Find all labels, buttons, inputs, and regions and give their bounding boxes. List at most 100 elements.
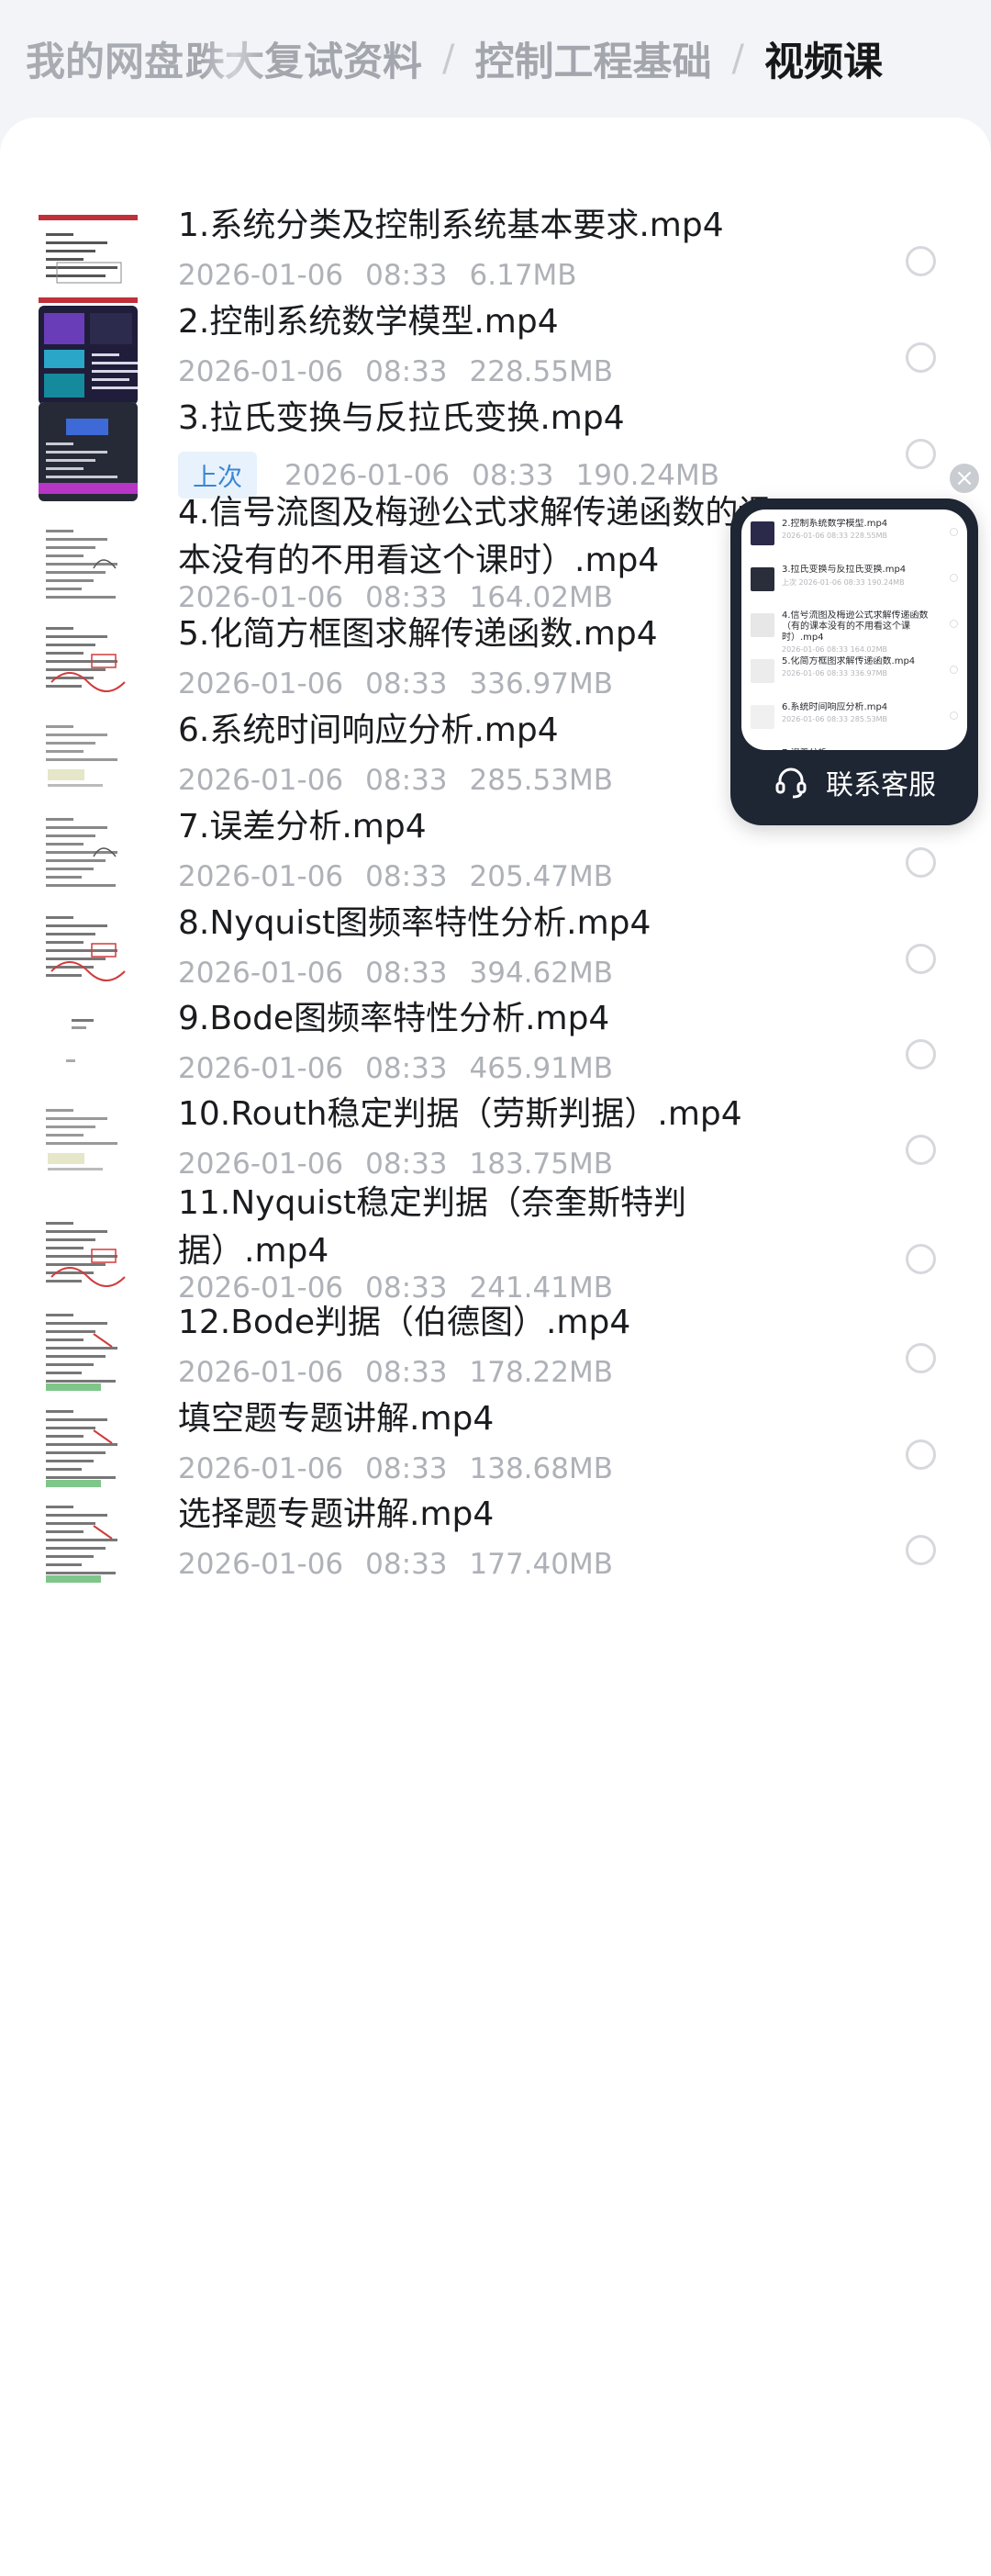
file-time: 08:33 [365, 1548, 448, 1581]
file-size: 465.91MB [469, 1052, 613, 1085]
contact-service-button[interactable]: 联系客服 [741, 750, 967, 814]
mini-text: 2.控制系统数学模型.mp4 2026-01-06 08:33 228.55MB [782, 519, 946, 540]
radio-circle-icon[interactable] [950, 711, 958, 720]
file-meta: 2026-01-06 08:33 138.68MB [178, 1452, 635, 1485]
file-meta: 2026-01-06 08:33 178.22MB [178, 1356, 635, 1389]
file-meta: 2026-01-06 08:33 465.91MB [178, 1052, 635, 1085]
file-time: 08:33 [365, 1148, 448, 1181]
breadcrumb-separator: / [442, 38, 455, 80]
breadcrumb-folder-control-engineering[interactable]: 控制工程基础 [474, 30, 711, 87]
file-meta: 2026-01-06 08:33 183.75MB [178, 1148, 635, 1181]
file-meta: 2026-01-06 08:33 285.53MB [178, 764, 635, 797]
mini-thumbnail [751, 705, 774, 729]
file-time: 08:33 [365, 764, 448, 797]
radio-circle-icon[interactable] [906, 246, 936, 276]
file-size: 336.97MB [469, 667, 613, 700]
file-row[interactable]: 选择题专题讲解.mp4 2026-01-06 08:33 177.40MB [0, 1495, 991, 1608]
radio-circle-icon[interactable] [906, 1244, 936, 1274]
file-size: 205.47MB [469, 860, 613, 893]
file-date: 2026-01-06 [178, 355, 344, 388]
file-time: 08:33 [472, 458, 554, 492]
mini-thumbnail [751, 521, 774, 545]
radio-circle-icon[interactable] [906, 342, 936, 373]
contact-service-label: 联系客服 [826, 769, 936, 801]
mini-list-item[interactable]: 5.化简方框图求解传递函数.mp4 2026-01-06 08:33 336.97… [751, 656, 958, 700]
mini-list-item[interactable]: 3.拉氏变换与反拉氏变换.mp4 上次 2026-01-06 08:33 190.… [751, 565, 958, 609]
file-name: 1.系统分类及控制系统基本要求.mp4 [178, 207, 724, 244]
file-list: 1.系统分类及控制系统基本要求.mp4 2026-01-06 08:33 6.17MB… [0, 118, 991, 2576]
file-date: 2026-01-06 [178, 1548, 344, 1581]
file-name: 7.误差分析.mp4 [178, 808, 427, 846]
file-size: 177.40MB [469, 1548, 613, 1581]
mini-text: 7.误差分析 [782, 748, 946, 750]
video-thumbnail [39, 714, 138, 813]
mini-preview-screen[interactable]: 2.控制系统数学模型.mp4 2026-01-06 08:33 228.55MB 3… [741, 510, 967, 750]
file-size: 183.75MB [469, 1148, 613, 1181]
file-time: 08:33 [365, 860, 448, 893]
video-thumbnail [39, 1098, 138, 1197]
file-time: 08:33 [365, 1356, 448, 1389]
file-meta: 2026-01-06 08:33 336.97MB [178, 667, 635, 700]
file-size: 164.02MB [469, 581, 613, 614]
file-name: 选择题专题讲解.mp4 [178, 1495, 495, 1533]
file-date: 2026-01-06 [178, 667, 344, 700]
file-date: 2026-01-06 [178, 259, 344, 292]
file-time: 08:33 [365, 355, 448, 388]
radio-circle-icon[interactable] [906, 1343, 936, 1373]
mini-file-meta: 2026-01-06 08:33 164.02MB [782, 645, 888, 654]
file-size: 190.24MB [575, 458, 719, 492]
file-time: 08:33 [365, 1452, 448, 1485]
file-date: 2026-01-06 [284, 458, 451, 492]
file-meta: 2026-01-06 08:33 6.17MB [178, 259, 599, 292]
radio-circle-icon[interactable] [906, 944, 936, 974]
radio-circle-icon[interactable] [906, 1535, 936, 1565]
video-thumbnail [39, 811, 138, 910]
radio-circle-icon[interactable] [950, 620, 958, 628]
mini-file-name: 7.误差分析 [782, 748, 946, 750]
radio-circle-icon[interactable] [950, 666, 958, 674]
radio-circle-icon[interactable] [906, 1135, 936, 1165]
file-name: 12.Bode判据（伯德图）.mp4 [178, 1304, 631, 1341]
file-name: 11.Nyquist稳定判据（奈奎斯特判据）.mp4 [178, 1184, 687, 1270]
mini-text: 6.系统时间响应分析.mp4 2026-01-06 08:33 285.53MB [782, 702, 946, 723]
mini-list-item[interactable]: 7.误差分析 [751, 748, 958, 750]
file-name: 2.控制系统数学模型.mp4 [178, 303, 559, 341]
close-icon[interactable]: × [947, 461, 982, 496]
breadcrumb-separator: / [731, 38, 744, 80]
mini-list-item[interactable]: 2.控制系统数学模型.mp4 2026-01-06 08:33 228.55MB [751, 519, 958, 563]
radio-circle-icon[interactable] [906, 847, 936, 878]
video-thumbnail [39, 1213, 138, 1312]
file-date: 2026-01-06 [178, 1356, 344, 1389]
radio-circle-icon[interactable] [950, 528, 958, 536]
file-name: 9.Bode图频率特性分析.mp4 [178, 1000, 610, 1037]
mini-list-item[interactable]: 4.信号流图及梅逊公式求解传递函数（有的课本没有的不用看这个课时）.mp4 202… [751, 610, 958, 655]
mini-file-name: 6.系统时间响应分析.mp4 [782, 702, 888, 712]
breadcrumb: 我的网盘 跌大复试资料 / 控制工程基础 / 视频课 [0, 0, 991, 118]
mini-file-meta: 2026-01-06 08:33 336.97MB [782, 669, 888, 678]
file-name: 6.系统时间响应分析.mp4 [178, 711, 559, 749]
mini-list-item[interactable]: 6.系统时间响应分析.mp4 2026-01-06 08:33 285.53MB [751, 702, 958, 746]
video-thumbnail [39, 1306, 138, 1406]
breadcrumb-folder-materials[interactable]: 跌大复试资料 [185, 30, 422, 87]
file-date: 2026-01-06 [178, 957, 344, 990]
breadcrumb-my-drive[interactable]: 我的网盘 [26, 30, 184, 87]
file-time: 08:33 [365, 1052, 448, 1085]
radio-circle-icon[interactable] [906, 1039, 936, 1070]
file-meta: 2026-01-06 08:33 205.47MB [178, 860, 635, 893]
video-thumbnail [39, 402, 138, 501]
mini-file-name: 3.拉氏变换与反拉氏变换.mp4 [782, 565, 907, 575]
mini-thumbnail [751, 659, 774, 683]
radio-circle-icon[interactable] [906, 1439, 936, 1470]
video-thumbnail [39, 618, 138, 717]
video-thumbnail [39, 306, 138, 405]
radio-circle-icon[interactable] [950, 574, 958, 582]
radio-circle-icon[interactable] [906, 439, 936, 469]
file-time: 08:33 [365, 667, 448, 700]
mini-thumbnail [751, 567, 774, 591]
breadcrumb-current-folder: 视频课 [763, 39, 883, 85]
file-size: 178.22MB [469, 1356, 613, 1389]
mini-file-meta: 2026-01-06 08:33 228.55MB [782, 532, 888, 540]
floating-customer-service-window[interactable]: 2.控制系统数学模型.mp4 2026-01-06 08:33 228.55MB 3… [730, 498, 978, 825]
video-thumbnail [39, 522, 138, 622]
file-date: 2026-01-06 [178, 1452, 344, 1485]
